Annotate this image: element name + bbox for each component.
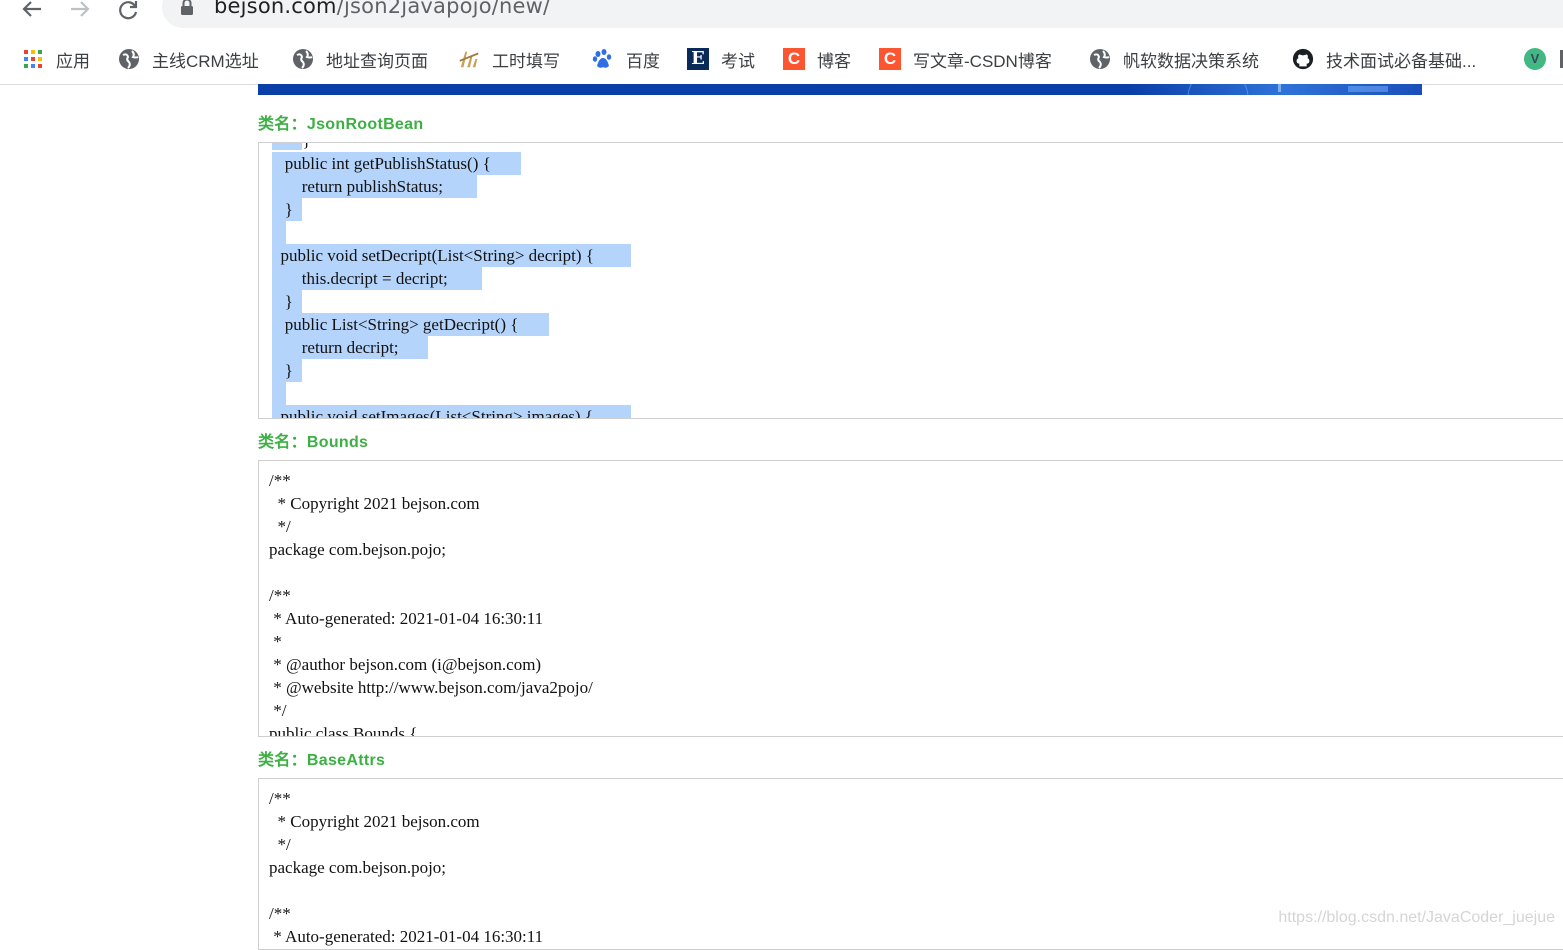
code-line: public void setDecript(List<String> decr… <box>272 244 631 267</box>
github-icon <box>1292 48 1314 70</box>
code-line <box>272 382 286 405</box>
code-line: public int getPublishStatus() { <box>272 152 521 175</box>
bookmark-label: 写文章-CSDN博客 <box>913 51 1052 71</box>
globe-icon <box>292 48 314 70</box>
url-host: bejson.com <box>214 0 337 18</box>
code-line: } <box>272 198 302 221</box>
code-line: * <box>269 632 282 651</box>
bookmark-finereport[interactable]: 帆软数据决策系统 <box>1089 44 1259 74</box>
code-line: } <box>294 143 311 152</box>
bookmark-csdn-write[interactable]: C 写文章-CSDN博客 <box>879 44 1052 74</box>
code-line: * Auto-generated: 2021-01-04 16:30:11 <box>269 609 544 628</box>
globe-icon <box>1089 48 1111 70</box>
baidu-paw-icon <box>592 48 614 70</box>
code-line: public List<String> getDecript() { <box>272 313 549 336</box>
bookmark-label: 博客 <box>817 51 851 71</box>
code-line: /** <box>269 789 291 808</box>
forward-button[interactable] <box>68 0 92 20</box>
class-name-label: 类名：Bounds <box>258 434 369 451</box>
code-line: } <box>272 359 302 382</box>
back-arrow-icon <box>22 1 41 17</box>
code-line: package com.bejson.pojo; <box>269 540 447 559</box>
code-line: /** <box>269 471 291 490</box>
code-line: * Copyright 2021 bejson.com <box>269 494 480 513</box>
bookmark-label: 技术面试必备基础... <box>1326 51 1477 71</box>
reload-icon <box>119 1 138 20</box>
bookmark-apps[interactable]: 应用 <box>22 44 90 74</box>
back-button[interactable] <box>20 0 44 20</box>
bookmark-timesheet[interactable]: 工时填写 <box>458 44 560 74</box>
bookmark-exam[interactable]: E 考试 <box>687 44 755 74</box>
bookmark-crm[interactable]: 主线CRM选址 <box>118 44 259 74</box>
page-banner <box>258 84 1422 95</box>
bookmark-baidu[interactable]: 百度 <box>592 44 660 74</box>
code-line: this.decript = decript; <box>272 267 482 290</box>
code-line: /** <box>269 586 291 605</box>
timesheet-icon <box>458 48 480 70</box>
code-line: * Copyright 2021 bejson.com <box>269 812 480 831</box>
code-line: public void setImages(List<String> image… <box>272 405 631 418</box>
code-line: package com.bejson.pojo; <box>269 858 447 877</box>
bookmark-label: 百度 <box>626 51 660 71</box>
url-path: /json2javapojo/new/ <box>336 0 551 18</box>
code-line: } <box>272 290 302 313</box>
vue-v-icon: V <box>1524 48 1546 70</box>
code-line: return decript; <box>272 336 428 359</box>
url-text: bejson.com/json2javapojo/new/ <box>214 0 550 18</box>
code-line: * @author bejson.com (i@bejson.com) <box>269 655 542 674</box>
code-line: */ <box>269 835 291 854</box>
csdn-c-icon: C <box>783 48 805 70</box>
letter-e-icon: E <box>687 48 709 70</box>
class-name-label: 类名：BaseAttrs <box>258 752 386 769</box>
code-line: */ <box>269 517 291 536</box>
bookmark-vue[interactable]: V <box>1524 44 1558 74</box>
bookmark-label: 地址查询页面 <box>326 51 428 71</box>
bookmark-label: 考试 <box>721 51 755 71</box>
code-line: return publishStatus; <box>272 175 477 198</box>
bookmark-blog[interactable]: C 博客 <box>783 44 851 74</box>
code-line: */ <box>269 701 287 720</box>
code-textarea-bounds[interactable]: /** * Copyright 2021 bejson.com */ packa… <box>258 460 1563 737</box>
browser-toolbar: bejson.com/json2javapojo/new/ <box>0 0 1563 36</box>
reload-button[interactable] <box>116 0 140 20</box>
apps-grid-icon <box>22 48 44 70</box>
circuit-decoration <box>1187 84 1388 95</box>
globe-icon <box>118 48 140 70</box>
code-line <box>272 221 286 244</box>
forward-arrow-icon <box>71 1 90 17</box>
code-line: * Auto-generated: 2021-01-04 16:30:11 <box>269 927 544 946</box>
code-textarea-jsonrootbean[interactable]: } public int getPublishStatus() { return… <box>258 142 1563 419</box>
lock-icon <box>180 0 194 21</box>
bookmark-label: 工时填写 <box>492 51 560 71</box>
code-line: /** <box>269 904 291 923</box>
bookmark-label: 应用 <box>56 51 90 71</box>
bookmarks-bar: 应用 主线CRM选址 地址查询页面 工时填写 百度 E 考试 C 博客 C 写文… <box>0 36 1563 85</box>
watermark: https://blog.csdn.net/JavaCoder_juejue <box>1278 909 1555 926</box>
code-line: * @website http://www.bejson.com/java2po… <box>269 678 593 697</box>
bookmark-interview[interactable]: 技术面试必备基础... <box>1292 44 1476 74</box>
bookmark-address-query[interactable]: 地址查询页面 <box>292 44 428 74</box>
code-line: public class Bounds { <box>269 724 418 737</box>
bookmark-label: 帆软数据决策系统 <box>1123 51 1259 71</box>
address-bar[interactable]: bejson.com/json2javapojo/new/ <box>162 0 1563 28</box>
bookmark-label: 主线CRM选址 <box>152 51 259 71</box>
csdn-c-icon: C <box>879 48 901 70</box>
class-name-label: 类名：JsonRootBean <box>258 116 424 133</box>
